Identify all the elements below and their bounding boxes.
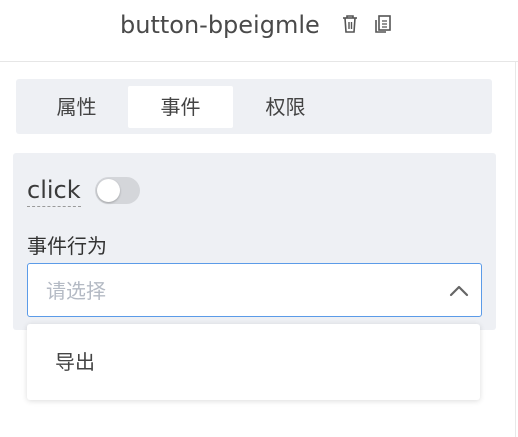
panel-divider: [515, 62, 516, 437]
toggle-knob: [97, 179, 120, 202]
select-placeholder: 请选择: [46, 279, 106, 303]
tab-attributes[interactable]: 属性: [24, 86, 129, 128]
chevron-up-icon: [449, 285, 469, 297]
copy-icon[interactable]: [373, 13, 393, 35]
component-title: button-bpeigmle: [120, 11, 320, 39]
event-action-select[interactable]: 请选择: [27, 263, 482, 317]
dropdown-option-export[interactable]: 导出: [27, 340, 480, 384]
event-action-label: 事件行为: [27, 234, 107, 258]
property-tabs: 属性 事件 权限: [16, 79, 492, 134]
tab-events[interactable]: 事件: [128, 86, 233, 128]
select-dropdown: 导出: [27, 324, 480, 400]
panel-header: button-bpeigmle: [0, 0, 518, 62]
event-name-label: click: [27, 174, 81, 207]
event-enable-toggle[interactable]: [95, 177, 140, 204]
trash-icon[interactable]: [340, 13, 360, 35]
tab-permissions[interactable]: 权限: [233, 86, 338, 128]
